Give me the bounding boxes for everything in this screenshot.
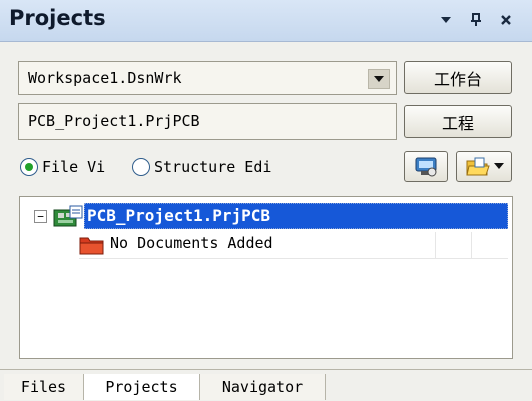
project-button[interactable]: 工程 [404,105,512,138]
radio-unselected-icon [132,158,150,176]
workspace-select[interactable]: Workspace1.DsnWrk [18,61,397,95]
tab-files[interactable]: Files [4,374,84,400]
tree-node-project-label: PCB_Project1.PrjPCB [87,206,271,225]
pcb-project-icon [53,205,83,227]
screen-settings-icon [415,157,437,176]
panel-title-bar: Projects [0,0,532,42]
panel-title: Projects [9,6,106,30]
chevron-down-icon [493,163,504,169]
tree-column-cell [471,232,508,259]
pin-icon[interactable] [466,9,486,31]
project-field[interactable]: PCB_Project1.PrjPCB [18,103,397,140]
projects-panel: Projects Workspace1.DsnWrk 工作台 PCB_Proje… [0,0,532,401]
panel-menu-icon[interactable] [436,9,456,31]
folder-icon [465,157,490,175]
chevron-down-icon[interactable] [368,69,390,89]
close-icon[interactable] [496,9,516,31]
folder-icon [79,237,104,255]
tab-navigator[interactable]: Navigator [200,374,326,400]
structure-editor-label: Structure Edi [154,158,272,176]
structure-editor-radio[interactable]: Structure Edi [132,156,312,178]
tree-node-no-documents-label: No Documents Added [110,234,273,252]
tree-node-project[interactable]: PCB_Project1.PrjPCB [84,203,508,229]
project-tree[interactable]: − PCB_Project1.PrjPCB No Documents Added [19,196,513,359]
file-view-radio[interactable]: File Vi [20,156,132,178]
tree-column-cell [435,232,471,259]
collapse-toggle[interactable]: − [34,210,47,223]
tree-node-no-documents[interactable]: No Documents Added [79,232,508,259]
panel-tabs: Files Projects Navigator [0,369,532,401]
project-options-button[interactable] [404,151,448,182]
radio-selected-icon [20,158,38,176]
tab-projects[interactable]: Projects [84,374,200,400]
project-field-value: PCB_Project1.PrjPCB [28,112,200,130]
folder-menu-button[interactable] [456,151,512,182]
workspace-select-value: Workspace1.DsnWrk [28,69,182,87]
workspace-button[interactable]: 工作台 [404,61,512,94]
file-view-label: File Vi [42,158,106,176]
